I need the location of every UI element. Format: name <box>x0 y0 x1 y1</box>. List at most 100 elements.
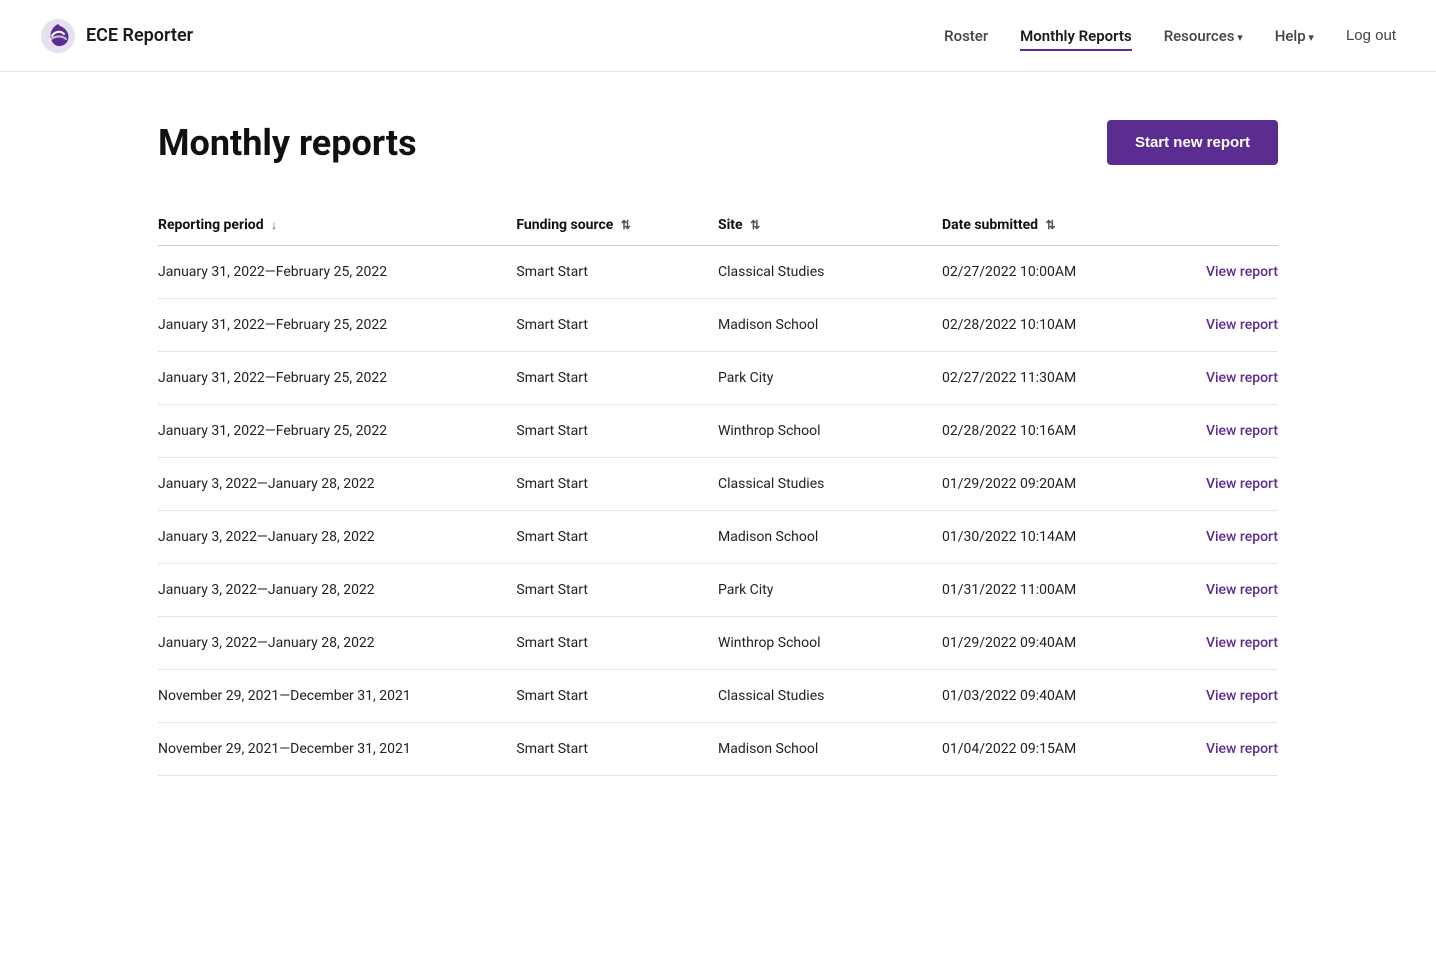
cell-date: 01/31/2022 11:00AM <box>942 564 1188 617</box>
table-row: January 3, 2022—January 28, 2022Smart St… <box>158 617 1278 670</box>
nav-item-monthly-reports[interactable]: Monthly Reports <box>1020 27 1132 45</box>
cell-period: January 3, 2022—January 28, 2022 <box>158 458 516 511</box>
cell-action: View report <box>1188 299 1278 352</box>
view-report-link[interactable]: View report <box>1206 370 1278 386</box>
cell-date: 02/27/2022 10:00AM <box>942 246 1188 299</box>
cell-action: View report <box>1188 564 1278 617</box>
cell-period: January 31, 2022—February 25, 2022 <box>158 299 516 352</box>
cell-date: 01/04/2022 09:15AM <box>942 723 1188 776</box>
cell-funding: Smart Start <box>516 352 718 405</box>
cell-date: 02/28/2022 10:16AM <box>942 405 1188 458</box>
cell-date: 01/30/2022 10:14AM <box>942 511 1188 564</box>
col-header-date[interactable]: Date submitted ⇅ <box>942 205 1188 246</box>
cell-period: January 3, 2022—January 28, 2022 <box>158 617 516 670</box>
cell-action: View report <box>1188 617 1278 670</box>
cell-funding: Smart Start <box>516 511 718 564</box>
cell-funding: Smart Start <box>516 564 718 617</box>
app-logo[interactable]: ECE Reporter <box>40 18 193 54</box>
cell-date: 02/27/2022 11:30AM <box>942 352 1188 405</box>
cell-date: 02/28/2022 10:10AM <box>942 299 1188 352</box>
nav-links: Roster Monthly Reports Resources Help <box>944 27 1314 45</box>
cell-period: November 29, 2021—December 31, 2021 <box>158 723 516 776</box>
table-row: November 29, 2021—December 31, 2021Smart… <box>158 723 1278 776</box>
sort-icon-date: ⇅ <box>1046 218 1056 232</box>
cell-funding: Smart Start <box>516 458 718 511</box>
cell-action: View report <box>1188 511 1278 564</box>
view-report-link[interactable]: View report <box>1206 264 1278 280</box>
nav-link-roster[interactable]: Roster <box>944 27 988 49</box>
page-header: Monthly reports Start new report <box>158 120 1278 165</box>
cell-funding: Smart Start <box>516 246 718 299</box>
view-report-link[interactable]: View report <box>1206 317 1278 333</box>
view-report-link[interactable]: View report <box>1206 688 1278 704</box>
page-title: Monthly reports <box>158 122 417 164</box>
cell-period: January 31, 2022—February 25, 2022 <box>158 352 516 405</box>
cell-period: November 29, 2021—December 31, 2021 <box>158 670 516 723</box>
start-new-report-button[interactable]: Start new report <box>1107 120 1278 165</box>
top-nav: ECE Reporter Roster Monthly Reports Reso… <box>0 0 1436 72</box>
cell-action: View report <box>1188 458 1278 511</box>
cell-date: 01/03/2022 09:40AM <box>942 670 1188 723</box>
main-content: Monthly reports Start new report Reporti… <box>118 72 1318 824</box>
table-row: January 31, 2022—February 25, 2022Smart … <box>158 405 1278 458</box>
table-row: January 31, 2022—February 25, 2022Smart … <box>158 246 1278 299</box>
table-body: January 31, 2022—February 25, 2022Smart … <box>158 246 1278 776</box>
sort-icon-funding: ⇅ <box>621 218 631 232</box>
cell-site: Park City <box>718 564 942 617</box>
cell-action: View report <box>1188 352 1278 405</box>
table-header: Reporting period ↓ Funding source ⇅ Site… <box>158 205 1278 246</box>
cell-site: Madison School <box>718 299 942 352</box>
cell-site: Classical Studies <box>718 458 942 511</box>
nav-item-resources[interactable]: Resources <box>1164 27 1243 45</box>
col-header-funding[interactable]: Funding source ⇅ <box>516 205 718 246</box>
nav-link-monthly-reports[interactable]: Monthly Reports <box>1020 27 1132 51</box>
cell-site: Madison School <box>718 511 942 564</box>
cell-site: Winthrop School <box>718 617 942 670</box>
table-row: January 3, 2022—January 28, 2022Smart St… <box>158 511 1278 564</box>
col-header-period[interactable]: Reporting period ↓ <box>158 205 516 246</box>
app-name: ECE Reporter <box>86 25 193 46</box>
cell-action: View report <box>1188 405 1278 458</box>
nav-link-resources[interactable]: Resources <box>1164 27 1243 49</box>
logout-button[interactable]: Log out <box>1346 27 1396 44</box>
cell-funding: Smart Start <box>516 617 718 670</box>
cell-action: View report <box>1188 670 1278 723</box>
cell-site: Classical Studies <box>718 246 942 299</box>
table-row: January 31, 2022—February 25, 2022Smart … <box>158 299 1278 352</box>
cell-period: January 3, 2022—January 28, 2022 <box>158 511 516 564</box>
nav-item-roster[interactable]: Roster <box>944 27 988 45</box>
cell-period: January 31, 2022—February 25, 2022 <box>158 246 516 299</box>
table-row: November 29, 2021—December 31, 2021Smart… <box>158 670 1278 723</box>
cell-site: Winthrop School <box>718 405 942 458</box>
logo-icon <box>40 18 76 54</box>
cell-action: View report <box>1188 723 1278 776</box>
cell-site: Classical Studies <box>718 670 942 723</box>
col-header-action <box>1188 205 1278 246</box>
cell-action: View report <box>1188 246 1278 299</box>
cell-period: January 3, 2022—January 28, 2022 <box>158 564 516 617</box>
view-report-link[interactable]: View report <box>1206 476 1278 492</box>
cell-site: Park City <box>718 352 942 405</box>
cell-site: Madison School <box>718 723 942 776</box>
view-report-link[interactable]: View report <box>1206 741 1278 757</box>
nav-link-help[interactable]: Help <box>1275 27 1314 49</box>
nav-item-help[interactable]: Help <box>1275 27 1314 45</box>
sort-icon-site: ⇅ <box>750 218 760 232</box>
cell-funding: Smart Start <box>516 405 718 458</box>
cell-funding: Smart Start <box>516 670 718 723</box>
sort-icon-period: ↓ <box>271 218 277 232</box>
cell-funding: Smart Start <box>516 299 718 352</box>
view-report-link[interactable]: View report <box>1206 529 1278 545</box>
cell-date: 01/29/2022 09:40AM <box>942 617 1188 670</box>
table-row: January 31, 2022—February 25, 2022Smart … <box>158 352 1278 405</box>
reports-table: Reporting period ↓ Funding source ⇅ Site… <box>158 205 1278 776</box>
col-header-site[interactable]: Site ⇅ <box>718 205 942 246</box>
cell-funding: Smart Start <box>516 723 718 776</box>
table-row: January 3, 2022—January 28, 2022Smart St… <box>158 564 1278 617</box>
view-report-link[interactable]: View report <box>1206 635 1278 651</box>
table-row: January 3, 2022—January 28, 2022Smart St… <box>158 458 1278 511</box>
view-report-link[interactable]: View report <box>1206 582 1278 598</box>
cell-period: January 31, 2022—February 25, 2022 <box>158 405 516 458</box>
view-report-link[interactable]: View report <box>1206 423 1278 439</box>
table-header-row: Reporting period ↓ Funding source ⇅ Site… <box>158 205 1278 246</box>
